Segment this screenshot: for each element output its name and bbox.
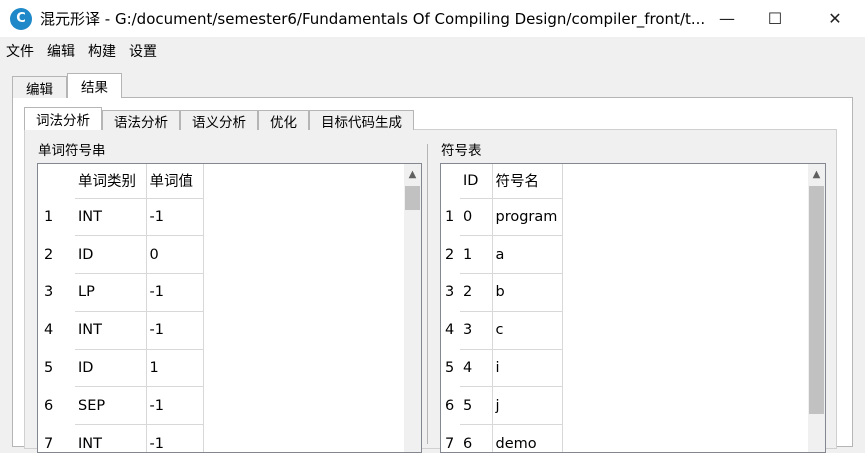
table-row[interactable]: 3 LP -1 — [38, 273, 204, 312]
row-number: 7 — [38, 424, 75, 452]
row-number: 4 — [441, 311, 460, 350]
symbol-table-scrollbar[interactable]: ▲ — [808, 164, 825, 452]
token-table[interactable]: 单词类别 单词值 1 INT -1 2 ID 0 3 LP -1 4 INT -1 5 ID 1 6… — [37, 163, 422, 453]
token-value-cell[interactable]: 1 — [146, 349, 204, 388]
tab-optimization[interactable]: 优化 — [258, 110, 309, 131]
window-title: 混元形译 - G:/document/semester6/Fundamental… — [40, 10, 706, 28]
column-header-token-value[interactable]: 单词值 — [146, 164, 204, 199]
row-number: 4 — [38, 311, 75, 350]
minimize-button[interactable]: — — [704, 0, 750, 37]
row-number: 1 — [38, 198, 75, 236]
token-value-cell[interactable]: -1 — [146, 424, 204, 452]
table-row[interactable]: 7 INT -1 — [38, 424, 204, 452]
row-number: 3 — [38, 273, 75, 312]
tab-result[interactable]: 结果 — [67, 73, 122, 98]
scroll-up-arrow-icon[interactable]: ▲ — [808, 164, 825, 184]
maximize-button[interactable]: ☐ — [752, 0, 798, 37]
symbol-name-cell[interactable]: b — [492, 273, 563, 312]
row-number: 2 — [38, 235, 75, 274]
token-type-cell[interactable]: INT — [75, 311, 147, 350]
row-number: 6 — [38, 386, 75, 425]
close-button[interactable]: ✕ — [812, 0, 858, 37]
title-bar: C 混元形译 - G:/document/semester6/Fundament… — [0, 0, 865, 37]
menu-edit[interactable]: 编辑 — [47, 41, 75, 61]
table-row[interactable]: 7 6 demo — [441, 424, 563, 452]
token-type-cell[interactable]: ID — [75, 235, 147, 275]
token-stream-label: 单词符号串 — [38, 143, 106, 159]
table-row[interactable]: 32b — [441, 273, 563, 312]
tab-codegen[interactable]: 目标代码生成 — [309, 110, 414, 131]
symbol-id-cell[interactable]: 0 — [460, 198, 493, 237]
symbol-name-cell[interactable]: program — [492, 198, 563, 237]
table-row[interactable]: 4 INT -1 — [38, 311, 204, 350]
table-row[interactable]: 21a — [441, 235, 563, 275]
symbol-name-cell[interactable]: demo — [492, 424, 563, 452]
symbol-id-cell[interactable]: 3 — [460, 311, 493, 350]
table-row[interactable]: 1 0 program — [441, 198, 563, 237]
table-row[interactable]: 5 ID 1 — [38, 349, 204, 388]
symbol-name-cell[interactable]: c — [492, 311, 563, 350]
token-type-cell[interactable]: INT — [75, 424, 147, 452]
token-type-cell[interactable]: SEP — [75, 386, 147, 426]
token-value-cell[interactable]: 0 — [146, 235, 204, 275]
tab-lexical-analysis[interactable]: 词法分析 — [24, 107, 102, 130]
row-number: 5 — [441, 349, 460, 387]
token-value-cell[interactable]: -1 — [146, 311, 204, 350]
menu-bar: 文件 编辑 构建 设置 — [0, 37, 865, 64]
token-type-cell[interactable]: ID — [75, 349, 147, 388]
row-number: 6 — [441, 386, 460, 425]
column-header-token-type[interactable]: 单词类别 — [75, 164, 147, 199]
row-number: 1 — [441, 198, 460, 236]
table-row[interactable]: 2 ID 0 — [38, 235, 204, 275]
row-number: 3 — [441, 273, 460, 312]
symbol-table[interactable]: ID 符号名 1 0 program 21a 32b 43c 54i 65j 76d… — [440, 163, 826, 453]
row-number: 7 — [441, 424, 460, 452]
symbol-name-cell[interactable]: i — [492, 349, 563, 388]
app-logo-icon: C — [10, 7, 32, 30]
scroll-up-arrow-icon[interactable]: ▲ — [404, 164, 421, 184]
token-value-cell[interactable]: -1 — [146, 273, 204, 312]
tab-syntax-analysis[interactable]: 语法分析 — [102, 110, 180, 131]
outer-tab-bar: 编辑 结果 — [12, 73, 122, 98]
token-value-cell[interactable]: -1 — [146, 386, 204, 426]
table-row[interactable]: 43c — [441, 311, 563, 350]
symbol-name-cell[interactable]: a — [492, 235, 563, 275]
symbol-id-cell[interactable]: 5 — [460, 386, 493, 426]
token-table-scrollbar[interactable]: ▲ — [404, 164, 421, 452]
panel-divider — [427, 144, 428, 444]
column-header-id[interactable]: ID — [460, 164, 493, 199]
column-header-symbol-name[interactable]: 符号名 — [492, 164, 563, 199]
token-type-cell[interactable]: LP — [75, 273, 147, 312]
tab-edit[interactable]: 编辑 — [12, 76, 67, 98]
symbol-id-cell[interactable]: 4 — [460, 349, 493, 388]
inner-tab-bar: 词法分析 语法分析 语义分析 优化 目标代码生成 — [24, 107, 414, 131]
symbol-id-cell[interactable]: 6 — [460, 424, 493, 452]
token-value-cell[interactable]: -1 — [146, 198, 204, 237]
menu-settings[interactable]: 设置 — [129, 41, 157, 61]
scrollbar-thumb[interactable] — [405, 186, 420, 210]
token-type-cell[interactable]: INT — [75, 198, 147, 237]
scrollbar-thumb[interactable] — [809, 186, 824, 414]
table-row[interactable]: 6 SEP -1 — [38, 386, 204, 426]
row-number: 2 — [441, 235, 460, 274]
symbol-id-cell[interactable]: 2 — [460, 273, 493, 312]
tab-semantic-analysis[interactable]: 语义分析 — [180, 110, 258, 131]
symbol-id-cell[interactable]: 1 — [460, 235, 493, 275]
row-number: 5 — [38, 349, 75, 387]
menu-file[interactable]: 文件 — [6, 41, 34, 61]
symbol-table-label: 符号表 — [441, 143, 482, 159]
table-row[interactable]: 65j — [441, 386, 563, 426]
table-row[interactable]: 54i — [441, 349, 563, 388]
symbol-name-cell[interactable]: j — [492, 386, 563, 426]
menu-build[interactable]: 构建 — [88, 41, 116, 61]
table-row[interactable]: 1 INT -1 — [38, 198, 204, 237]
